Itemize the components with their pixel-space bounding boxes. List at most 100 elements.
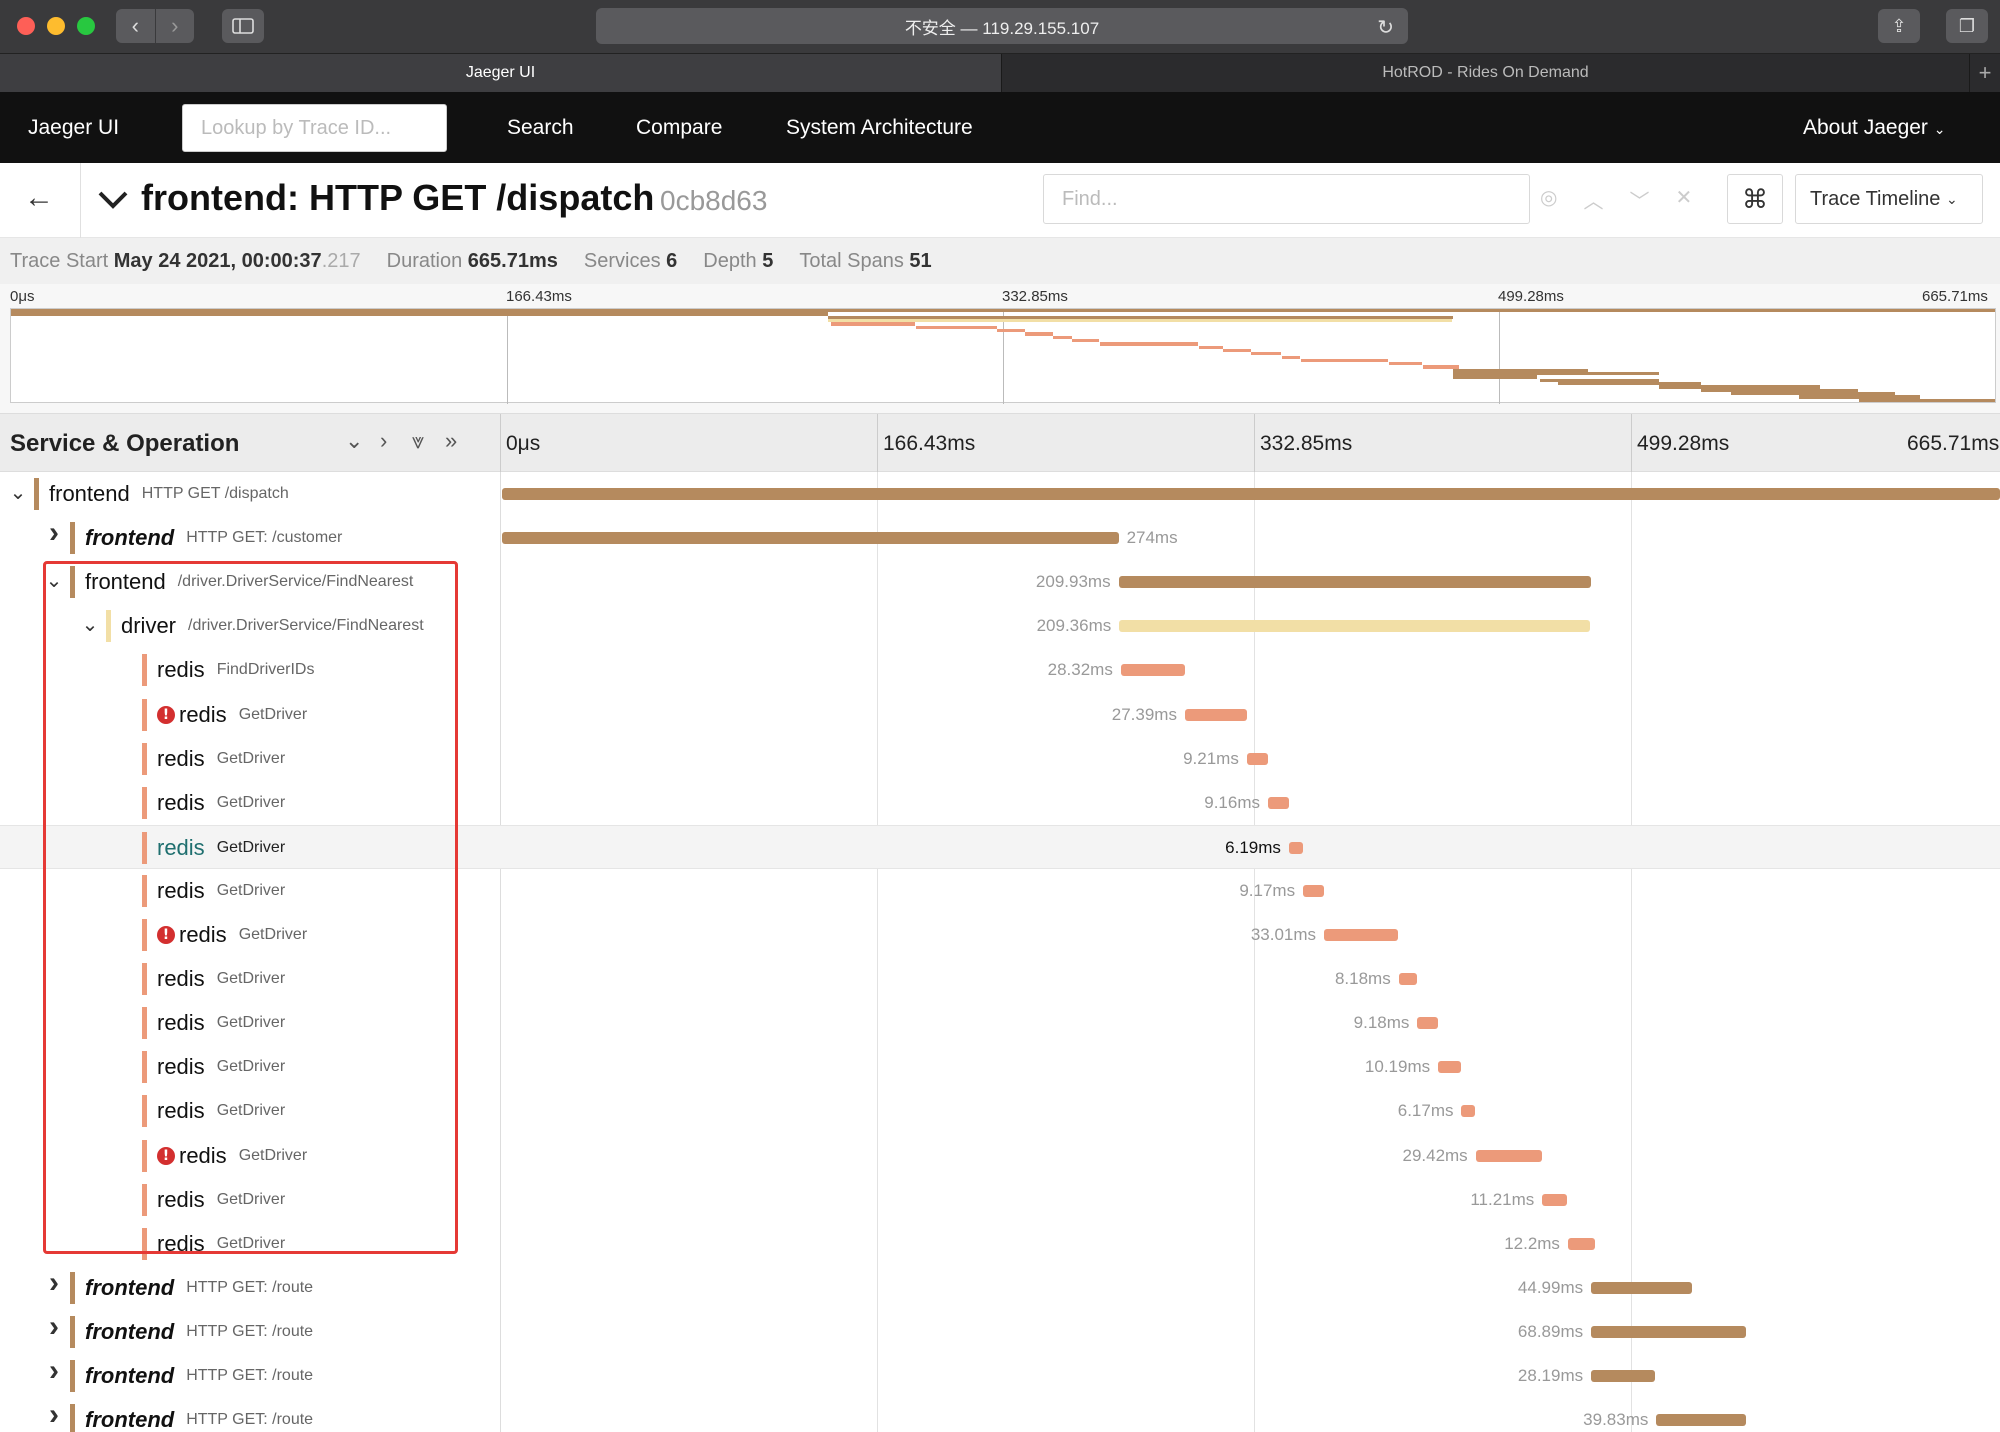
- span-name-cell[interactable]: frontend/driver.DriverService/FindNeares…: [70, 566, 413, 599]
- collapse-all-icon[interactable]: ⩔: [412, 428, 424, 454]
- zoom-window-button[interactable]: [77, 17, 95, 35]
- span-bar[interactable]: [1475, 1149, 1542, 1162]
- span-name-cell[interactable]: frontend HTTP GET: /route: [70, 1360, 313, 1392]
- span-name-cell[interactable]: redis GetDriver: [142, 1227, 285, 1260]
- span-row[interactable]: redis GetDriver 11.21ms: [0, 1178, 2000, 1222]
- span-row[interactable]: redis GetDriver 9.17ms: [0, 869, 2000, 913]
- span-name-cell[interactable]: frontend HTTP GET: /route: [70, 1315, 313, 1348]
- span-bar[interactable]: [1246, 752, 1268, 765]
- span-bar[interactable]: [1591, 1325, 1747, 1338]
- chevron-right-icon[interactable]: ›: [44, 1266, 64, 1300]
- minimize-window-button[interactable]: [47, 17, 65, 35]
- span-name-cell[interactable]: redis GetDriver: [142, 963, 285, 996]
- span-name-cell[interactable]: frontend HTTP GET /dispatch: [34, 478, 289, 510]
- forward-icon[interactable]: ›: [154, 9, 195, 43]
- span-name-cell[interactable]: ! redis GetDriver: [142, 698, 307, 731]
- span-row[interactable]: › frontend HTTP GET: /route 28.19ms: [0, 1354, 2000, 1398]
- span-bar[interactable]: [1118, 576, 1591, 589]
- span-name-cell[interactable]: redis GetDriver: [142, 742, 285, 775]
- span-name-cell[interactable]: redis FindDriverIDs: [142, 654, 314, 687]
- divider[interactable]: [500, 414, 501, 472]
- chevron-right-icon[interactable]: ›: [44, 516, 64, 550]
- span-bar[interactable]: [1303, 884, 1324, 897]
- span-name-cell[interactable]: frontend HTTP GET: /route: [70, 1271, 313, 1304]
- span-name-cell[interactable]: redis GetDriver: [142, 1051, 285, 1084]
- back-arrow-icon[interactable]: ←: [24, 181, 54, 215]
- expand-one-icon[interactable]: ›: [380, 428, 387, 454]
- back-icon[interactable]: ‹: [116, 9, 155, 43]
- span-row[interactable]: redis GetDriver 9.16ms: [0, 781, 2000, 825]
- span-row[interactable]: ⌄ driver/driver.DriverService/FindNearest…: [0, 604, 2000, 648]
- span-row[interactable]: › frontend HTTP GET: /route 44.99ms: [0, 1266, 2000, 1310]
- collapse-one-icon[interactable]: ⌄: [345, 428, 363, 454]
- locate-icon[interactable]: ◎: [1540, 185, 1557, 214]
- span-bar[interactable]: [1417, 1017, 1439, 1030]
- tab-hotrod[interactable]: HotROD - Rides On Demand: [1002, 54, 1970, 92]
- close-window-button[interactable]: [17, 17, 35, 35]
- chevron-down-icon[interactable]: ⌄: [80, 612, 100, 637]
- span-bar[interactable]: [1324, 929, 1399, 941]
- span-row[interactable]: redis GetDriver 12.2ms: [0, 1222, 2000, 1266]
- span-name-cell[interactable]: driver/driver.DriverService/FindNearest: [106, 610, 424, 643]
- span-row[interactable]: redis GetDriver 6.19ms: [0, 824, 2000, 869]
- nav-system-architecture-link[interactable]: System Architecture: [786, 116, 973, 140]
- span-name-cell[interactable]: frontend HTTP GET: /customer: [70, 522, 342, 555]
- span-bar[interactable]: [1119, 620, 1591, 633]
- span-bar[interactable]: [1120, 664, 1185, 677]
- prev-match-icon[interactable]: ︿: [1583, 185, 1603, 214]
- span-bar[interactable]: [1398, 973, 1418, 986]
- sidebar-toggle-button[interactable]: [222, 9, 264, 43]
- trace-id-lookup-input[interactable]: Lookup by Trace ID...: [182, 104, 447, 152]
- keyboard-shortcuts-button[interactable]: ⌘: [1727, 174, 1783, 224]
- chevron-right-icon[interactable]: ›: [44, 1354, 64, 1388]
- span-bar[interactable]: [1267, 796, 1289, 809]
- share-button[interactable]: ⇪: [1878, 9, 1920, 43]
- span-bar[interactable]: [1591, 1370, 1655, 1382]
- address-bar[interactable]: 不安全 — 119.29.155.107 ↻: [596, 8, 1408, 44]
- chevron-down-icon[interactable]: ⌄: [8, 480, 28, 505]
- span-row[interactable]: redis GetDriver 10.19ms: [0, 1045, 2000, 1089]
- span-row[interactable]: ⌄ frontend HTTP GET /dispatch: [0, 472, 2000, 516]
- span-name-cell[interactable]: redis GetDriver: [142, 1183, 285, 1216]
- span-bar[interactable]: [1438, 1061, 1462, 1074]
- tab-jaeger-ui[interactable]: Jaeger UI: [0, 54, 1002, 92]
- about-jaeger-menu[interactable]: About Jaeger ⌄: [1803, 116, 1946, 140]
- nav-compare-link[interactable]: Compare: [636, 116, 722, 140]
- span-name-cell[interactable]: redis GetDriver: [142, 786, 285, 819]
- span-bar[interactable]: [1461, 1105, 1476, 1118]
- span-row[interactable]: redis GetDriver 9.21ms: [0, 737, 2000, 781]
- span-row[interactable]: ! redis GetDriver 27.39ms: [0, 693, 2000, 737]
- chevron-right-icon[interactable]: ›: [44, 1398, 64, 1432]
- span-bar[interactable]: [1542, 1193, 1568, 1206]
- span-row[interactable]: › frontend HTTP GET: /customer 274ms: [0, 516, 2000, 560]
- span-name-cell[interactable]: redis GetDriver: [142, 874, 285, 907]
- span-row[interactable]: ! redis GetDriver 33.01ms: [0, 913, 2000, 957]
- span-name-cell[interactable]: ! redis GetDriver: [142, 919, 307, 951]
- span-row[interactable]: redis GetDriver 9.18ms: [0, 1001, 2000, 1045]
- span-name-cell[interactable]: redis GetDriver: [142, 1007, 285, 1040]
- find-input[interactable]: Find...: [1043, 174, 1530, 224]
- span-bar[interactable]: [1184, 708, 1247, 721]
- span-name-cell[interactable]: redis GetDriver: [142, 831, 285, 864]
- trace-minimap[interactable]: 0μs 166.43ms 332.85ms 499.28ms 665.71ms: [0, 284, 2000, 414]
- chevron-right-icon[interactable]: ›: [44, 1310, 64, 1344]
- span-bar[interactable]: [502, 488, 2000, 500]
- span-name-cell[interactable]: redis GetDriver: [142, 1095, 285, 1128]
- minimap-canvas[interactable]: [10, 308, 1996, 404]
- span-row[interactable]: redis FindDriverIDs 28.32ms: [0, 648, 2000, 692]
- span-row[interactable]: › frontend HTTP GET: /route 68.89ms: [0, 1310, 2000, 1354]
- tab-overview-button[interactable]: ❐: [1946, 9, 1988, 43]
- span-bar[interactable]: [1567, 1237, 1596, 1250]
- span-row[interactable]: redis GetDriver 8.18ms: [0, 957, 2000, 1001]
- span-bar[interactable]: [1656, 1414, 1746, 1427]
- span-row[interactable]: ! redis GetDriver 29.42ms: [0, 1134, 2000, 1178]
- span-name-cell[interactable]: ! redis GetDriver: [142, 1139, 307, 1172]
- span-row[interactable]: ⌄ frontend/driver.DriverService/FindNeare…: [0, 560, 2000, 604]
- span-bar[interactable]: [1591, 1281, 1693, 1294]
- collapse-header-chevron-icon[interactable]: [96, 179, 130, 219]
- span-name-cell[interactable]: frontend HTTP GET: /route: [70, 1404, 313, 1432]
- span-bar[interactable]: [1288, 841, 1303, 854]
- next-match-icon[interactable]: ﹀: [1629, 185, 1649, 214]
- span-bar[interactable]: [502, 532, 1119, 545]
- chevron-down-icon[interactable]: ⌄: [44, 568, 64, 593]
